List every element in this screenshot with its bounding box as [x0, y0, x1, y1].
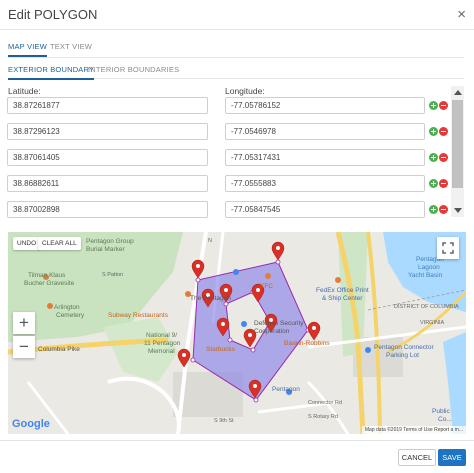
google-logo: Google	[12, 418, 50, 430]
map-label: Starbucks	[206, 346, 235, 353]
zoom-out-button[interactable]: −	[13, 336, 35, 358]
map-attribution: Map data ©2019 Terms of Use Report a m..…	[361, 426, 466, 434]
plus-circle-icon[interactable]	[429, 127, 438, 136]
plus-circle-icon[interactable]	[429, 179, 438, 188]
map-label: N	[208, 238, 212, 244]
map-canvas[interactable]	[8, 232, 466, 434]
latitude-input[interactable]	[7, 149, 208, 166]
map-label: Parking Lot	[386, 352, 419, 359]
longitude-input[interactable]	[225, 175, 425, 192]
map-label: Baskin-Robbins	[284, 340, 330, 347]
minus-circle-icon[interactable]	[439, 153, 448, 162]
longitude-header: Longitude:	[225, 86, 265, 96]
latitude-input[interactable]	[7, 123, 208, 140]
map-label: FedEx Office Print	[316, 287, 369, 294]
fullscreen-icon[interactable]	[437, 237, 459, 259]
longitude-input[interactable]	[225, 123, 425, 140]
latitude-header: Latitude:	[8, 86, 41, 96]
close-icon[interactable]: ×	[457, 6, 466, 23]
minus-circle-icon[interactable]	[439, 205, 448, 214]
latitude-input[interactable]	[7, 175, 208, 192]
map-label: Co...	[438, 416, 452, 423]
report-link[interactable]: Report a m...	[434, 427, 463, 433]
undo-button[interactable]: UNDO	[13, 237, 41, 250]
map-label: Subway Restaurants	[108, 312, 168, 319]
tab-map-view[interactable]: MAP VIEW	[8, 42, 47, 57]
map-label: Yacht Basin	[408, 272, 443, 279]
map-label: Pentagon Connector	[374, 344, 434, 351]
map-label: Cooperation	[254, 328, 290, 335]
map-label: KFC	[260, 283, 273, 290]
map-label: Bucher Gravesite	[24, 280, 75, 287]
longitude-input[interactable]	[225, 201, 425, 218]
map-label: The Pentagon	[190, 295, 231, 302]
map-label: Pentagon Group	[86, 238, 134, 245]
map-label: Memorial	[148, 348, 175, 355]
map-label: VIRGINIA	[420, 320, 445, 326]
minus-circle-icon[interactable]	[439, 127, 448, 136]
cancel-button[interactable]: CANCEL	[398, 449, 436, 466]
latitude-input[interactable]	[7, 97, 208, 114]
attribution-text: Map data ©2019	[364, 427, 402, 433]
map-label: Tilman Klaus	[28, 272, 66, 279]
plus-circle-icon[interactable]	[429, 153, 438, 162]
map-label: National 9/	[146, 332, 178, 339]
clear-all-button[interactable]: CLEAR ALL	[38, 237, 81, 250]
coordinates-scrollbar[interactable]	[451, 86, 464, 217]
map-label: DISTRICT OF COLUMBIA	[394, 304, 459, 310]
map-label: Connector Rd	[308, 400, 342, 406]
map-label: Pentagon	[272, 386, 300, 393]
latitude-input[interactable]	[7, 201, 208, 218]
map-label: Public	[432, 408, 450, 415]
map-label: Cemetery	[56, 312, 85, 319]
boundary-tabs: EXTERIOR BOUNDARY INTERIOR BOUNDARIES	[8, 65, 464, 80]
map-label: Arlington	[54, 304, 80, 311]
scrollbar-thumb[interactable]	[452, 100, 463, 188]
plus-circle-icon[interactable]	[429, 205, 438, 214]
map-label: Lagoon	[418, 264, 440, 271]
map-label: & Ship Center	[322, 295, 363, 302]
map-label: Columbia Pike	[38, 346, 80, 353]
map-label: 11 Pentagon	[144, 340, 181, 347]
plus-circle-icon[interactable]	[429, 101, 438, 110]
scroll-down-icon[interactable]	[454, 208, 462, 213]
minus-circle-icon[interactable]	[439, 101, 448, 110]
map-label: Defense Security	[254, 320, 304, 327]
view-tabs: MAP VIEW TEXT VIEW	[8, 42, 464, 58]
dialog-titlebar: Edit POLYGON ×	[0, 0, 474, 30]
dialog-title: Edit POLYGON	[8, 7, 98, 22]
save-button[interactable]: SAVE	[438, 449, 466, 466]
tab-text-view[interactable]: TEXT VIEW	[50, 42, 92, 55]
tab-interior-boundaries[interactable]: INTERIOR BOUNDARIES	[88, 65, 179, 78]
scroll-up-icon[interactable]	[454, 90, 462, 95]
zoom-in-button[interactable]: +	[13, 312, 35, 334]
map-label: S 9th St	[214, 418, 234, 424]
longitude-input[interactable]	[225, 149, 425, 166]
map-label: S Rotary Rd	[308, 414, 338, 420]
minus-circle-icon[interactable]	[439, 179, 448, 188]
map-label: S Patton	[102, 272, 124, 278]
longitude-input[interactable]	[225, 97, 425, 114]
terms-link[interactable]: Terms of Use	[403, 427, 432, 433]
map-view[interactable]: Pentagon Group Burial Marker Tilman Klau…	[8, 232, 466, 434]
map-label: Burial Marker	[86, 246, 125, 253]
tab-exterior-boundary[interactable]: EXTERIOR BOUNDARY	[8, 65, 95, 80]
